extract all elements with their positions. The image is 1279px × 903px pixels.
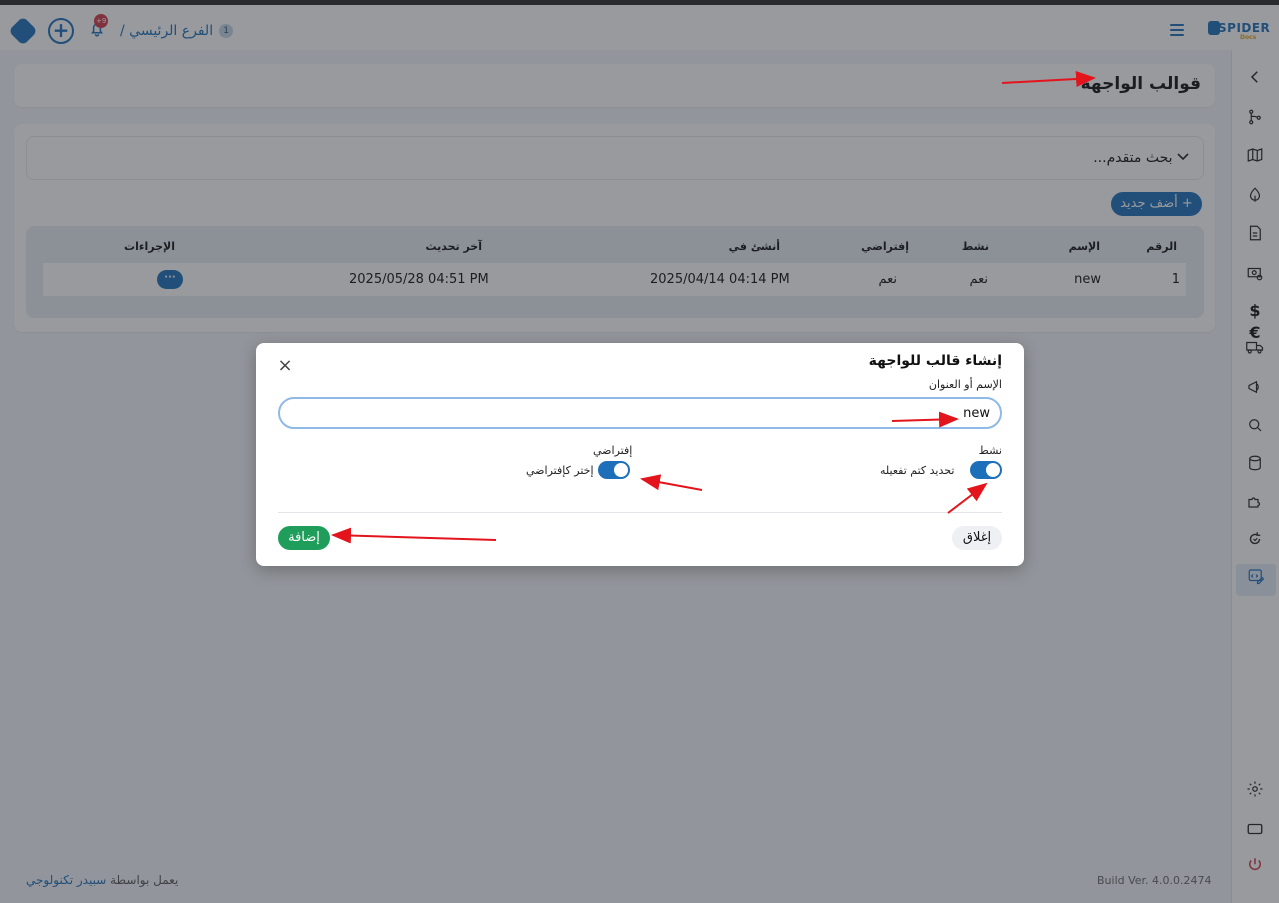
default-toggle-text: إختر كإفتراضي [526, 464, 594, 477]
dialog-divider [278, 512, 1002, 513]
add-button[interactable]: إضافة [278, 526, 330, 550]
close-button[interactable]: إغلاق [952, 526, 1002, 550]
close-icon[interactable]: × [276, 357, 294, 375]
active-toggle[interactable] [970, 461, 1002, 479]
dialog-title: إنشاء قالب للواجهة [868, 353, 1002, 369]
create-template-dialog: إنشاء قالب للواجهة × الإسم أو العنوان نش… [256, 343, 1024, 566]
active-toggle-text: تحديد كتم تفعيله [880, 464, 955, 477]
default-field-label: إفتراضي [593, 444, 633, 457]
default-toggle[interactable] [598, 461, 630, 479]
active-field-label: نشط [978, 444, 1002, 457]
name-field-label: الإسم أو العنوان [928, 378, 1002, 391]
name-field[interactable] [278, 397, 1002, 429]
